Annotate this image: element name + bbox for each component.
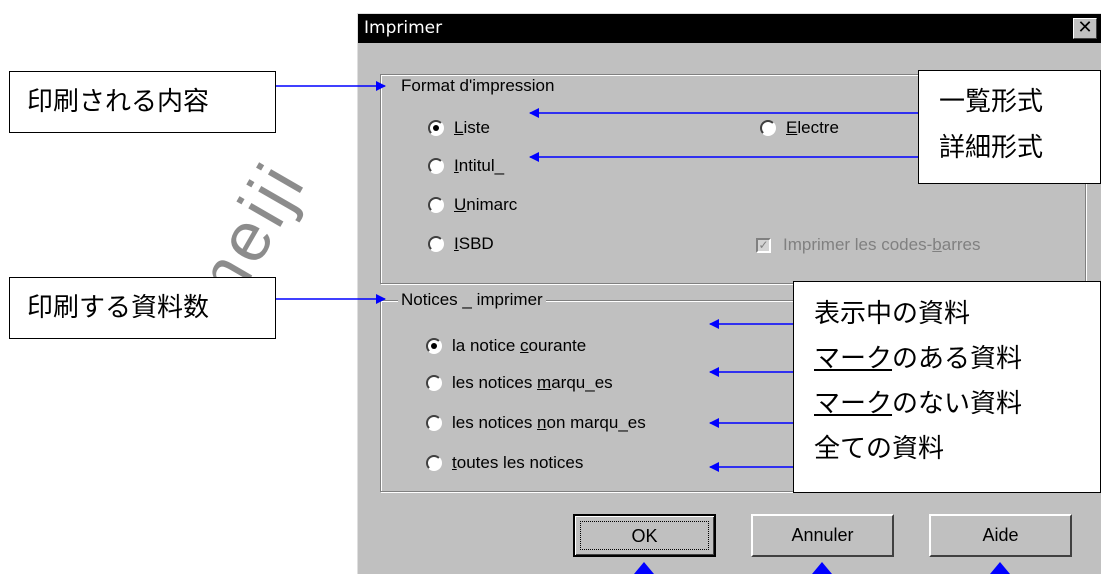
title-bar: Imprimer ✕ xyxy=(358,14,1101,43)
radio-label-notices-marquees: les notices marqu_es xyxy=(452,373,613,392)
callout-displayed: 表示中の資料 xyxy=(814,299,971,329)
format-group-legend: Format d'impression xyxy=(398,76,558,96)
radio-electre[interactable]: Electre xyxy=(760,118,839,138)
radio-label-electre: Electre xyxy=(786,118,839,137)
barcode-checkbox[interactable]: ✓ Imprimer les codes-barres xyxy=(756,235,980,255)
radio-toutes-notices[interactable]: toutes les notices xyxy=(426,453,583,473)
radio-circle xyxy=(428,236,444,252)
cancel-button[interactable]: Annuler xyxy=(751,514,894,557)
radio-circle xyxy=(428,158,444,174)
callout-unmarked: マークのない資料 xyxy=(814,389,1023,419)
help-button[interactable]: Aide xyxy=(929,514,1072,557)
radio-intitul[interactable]: Intitul_ xyxy=(428,156,504,176)
ok-button[interactable]: OK xyxy=(573,514,716,557)
radio-label-toutes-notices: toutes les notices xyxy=(452,453,584,472)
radio-label-intitul: Intitul_ xyxy=(454,156,505,175)
radio-circle xyxy=(426,455,442,471)
callout-marked: マークのある資料 xyxy=(814,344,1023,374)
radio-circle xyxy=(428,197,444,213)
callout-notice-types: 表示中の資料 マークのある資料 マークのない資料 全ての資料 xyxy=(793,281,1101,493)
barcode-checkbox-label: Imprimer les codes-barres xyxy=(783,235,981,254)
callout-detail-format: 詳細形式 xyxy=(939,133,1044,163)
radio-label-notice-courante: la notice courante xyxy=(452,336,587,355)
notices-group-legend: Notices _ imprimer xyxy=(398,290,546,310)
callout-print-count: 印刷する資料数 xyxy=(9,277,276,339)
radio-label-unimarc: Unimarc xyxy=(454,195,518,214)
callout-list-format: 一覧形式 xyxy=(939,87,1044,117)
radio-notices-marquees[interactable]: les notices marqu_es xyxy=(426,373,613,393)
radio-notices-non-marquees[interactable]: les notices non marqu_es xyxy=(426,413,646,433)
radio-circle xyxy=(426,338,442,354)
dialog-title: Imprimer xyxy=(364,18,443,38)
radio-circle xyxy=(426,375,442,391)
radio-circle xyxy=(426,415,442,431)
callout-printed-content: 印刷される内容 xyxy=(9,71,276,133)
radio-circle xyxy=(760,120,776,136)
callout-format-types: 一覧形式 詳細形式 xyxy=(918,70,1101,184)
radio-circle xyxy=(428,120,444,136)
check-icon: ✓ xyxy=(756,237,771,253)
radio-notice-courante[interactable]: la notice courante xyxy=(426,336,586,356)
radio-unimarc[interactable]: Unimarc xyxy=(428,195,517,215)
radio-isbd[interactable]: ISBD xyxy=(428,234,494,254)
radio-label-notices-non-marquees: les notices non marqu_es xyxy=(452,413,646,432)
ok-button-label: OK xyxy=(580,521,709,550)
radio-label-liste: Liste xyxy=(454,118,490,137)
radio-liste[interactable]: Liste xyxy=(428,118,490,138)
close-button[interactable]: ✕ xyxy=(1073,18,1097,39)
radio-label-isbd: ISBD xyxy=(454,234,494,253)
callout-all: 全ての資料 xyxy=(814,434,945,464)
